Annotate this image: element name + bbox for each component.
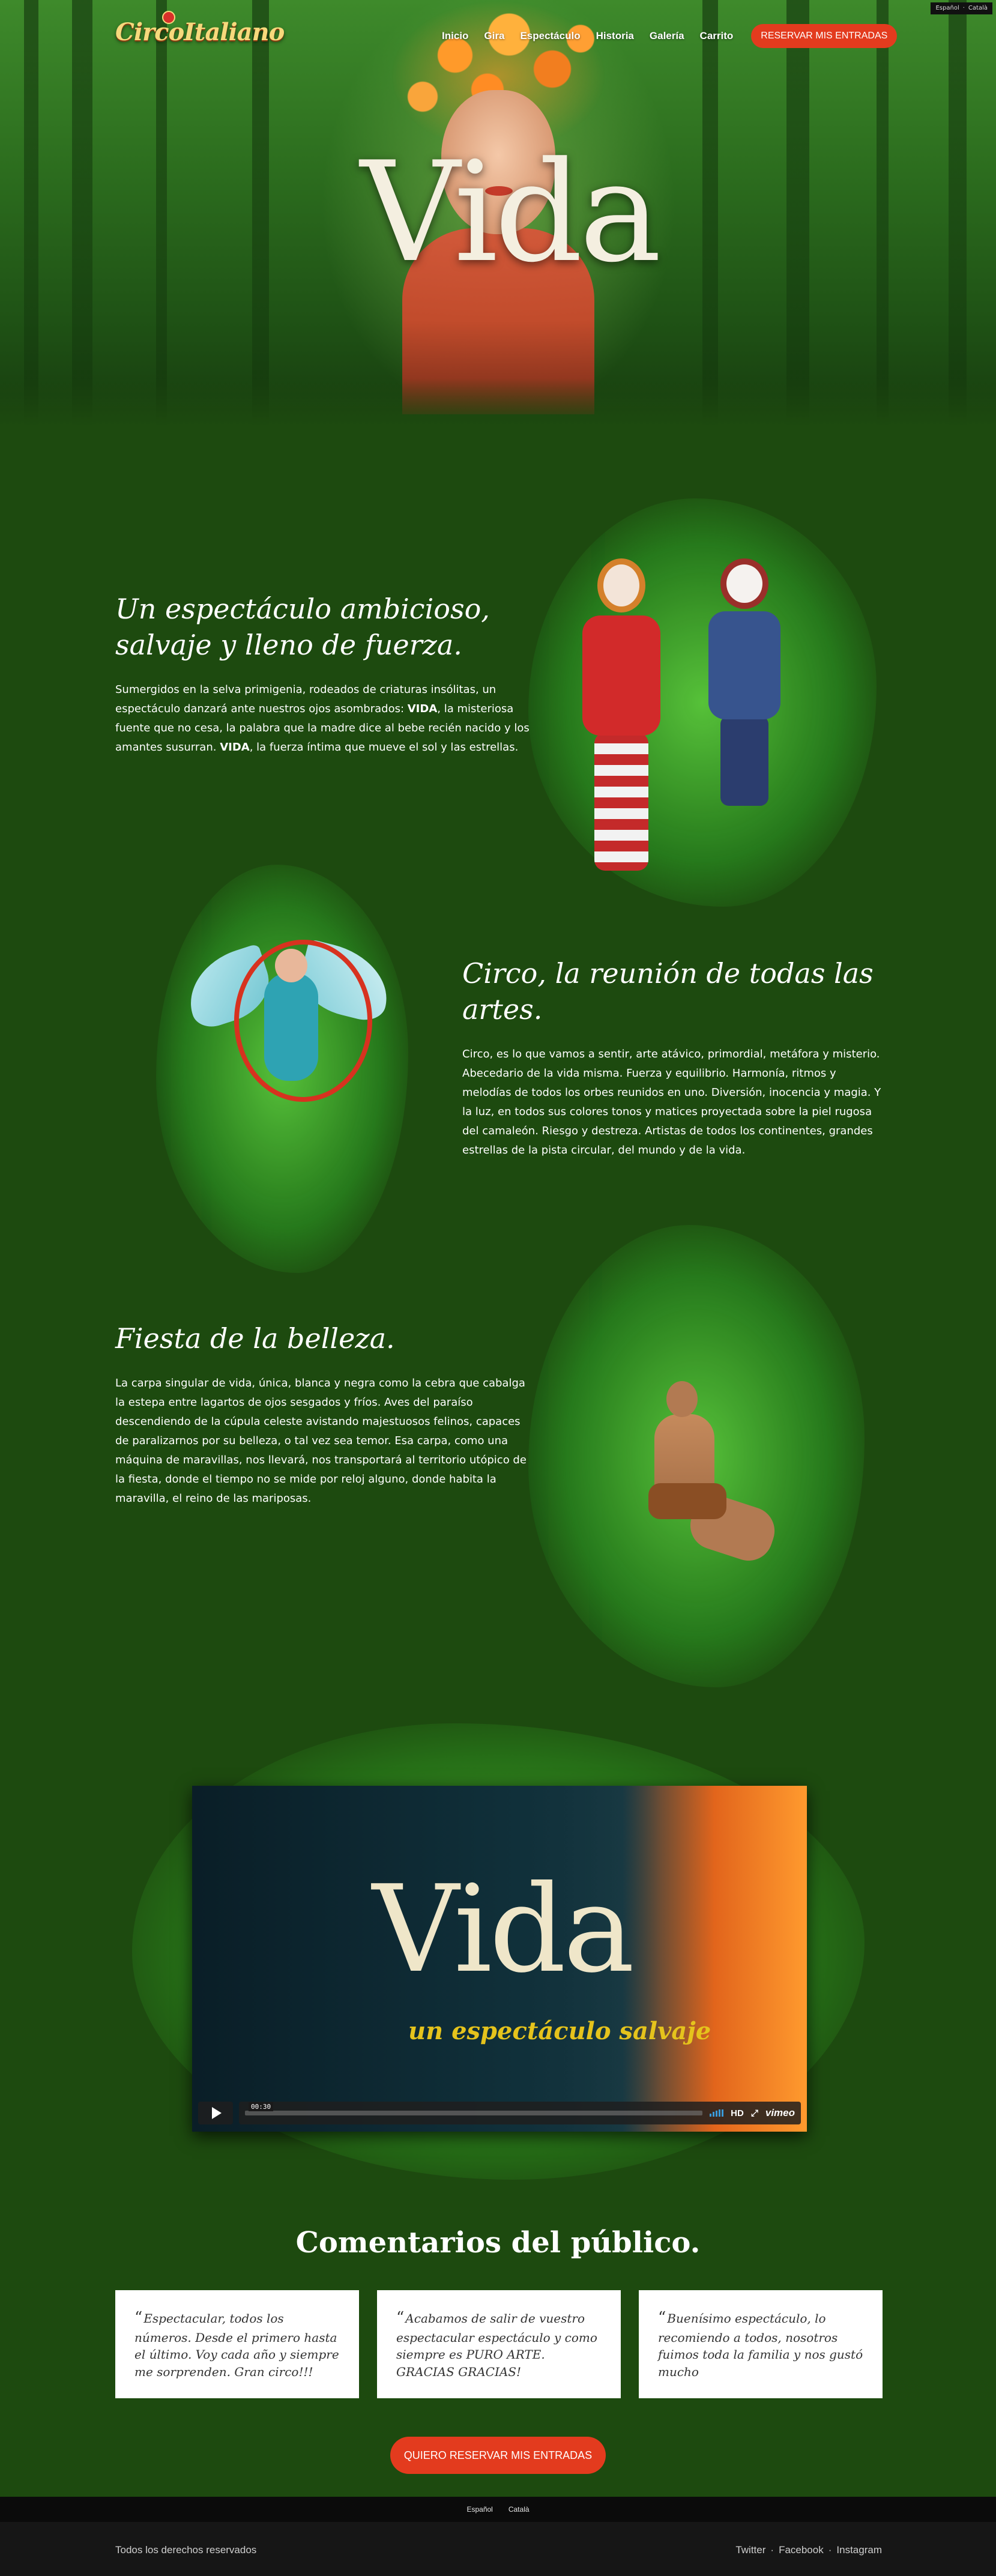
forest-tree [72, 0, 92, 426]
reserve-tickets-button[interactable]: RESERVAR MIS ENTRADAS [751, 24, 898, 48]
comment-card: “Acabamos de salir de vuestro espectacul… [377, 2290, 621, 2398]
page: Vida CircoItaliano Inicio Gira Espectácu… [0, 0, 996, 2576]
progress-track[interactable]: 00:30 [245, 2102, 703, 2115]
quote-icon: “ [396, 2309, 405, 2327]
comment-text: Espectacular, todos los números. Desde e… [134, 2311, 339, 2379]
video-controls: 00:30 HD ⤢ vimeo [198, 2100, 801, 2126]
site-footer: Todos los derechos reservados Twitter · … [0, 2522, 996, 2576]
comment-card: “Buenísimo espectáculo, lo recomiendo a … [639, 2290, 883, 2398]
video-progress-bar[interactable]: 00:30 HD ⤢ vimeo [239, 2102, 801, 2124]
lang-es-link[interactable]: Español [935, 5, 959, 12]
hd-toggle[interactable]: HD [731, 2108, 744, 2118]
comments-title: Comentarios del público. [295, 2226, 701, 2260]
hero-title: Vida [360, 133, 662, 293]
video-timecode: 00:30 [249, 2102, 274, 2111]
instagram-link[interactable]: Instagram [836, 2544, 882, 2556]
lang-ca-link[interactable]: Català [968, 5, 988, 12]
forest-tree [24, 0, 38, 426]
section-fiesta: Fiesta de la belleza. La carpa singular … [115, 1321, 536, 1508]
social-separator: · [770, 2544, 774, 2556]
section-body: Sumergidos en la selva primigenia, rodea… [115, 680, 548, 757]
title-line: Circo, la reunión de todas las [462, 957, 874, 990]
aerial-ring [234, 940, 372, 1102]
forest-tree [702, 0, 718, 426]
section-title: Un espectáculo ambicioso, salvaje y llen… [115, 591, 548, 664]
video-subtitle: un espectáculo salvaje [408, 2017, 711, 2045]
social-links: Twitter · Facebook · Instagram [735, 2544, 882, 2556]
language-switcher-top: Español · Català [931, 2, 992, 14]
forest-tree [156, 0, 167, 426]
comment-card: “Espectacular, todos los números. Desde … [115, 2290, 359, 2398]
forest-tree [877, 0, 889, 426]
social-separator: · [828, 2544, 832, 2556]
nav-link-galeria[interactable]: Galería [650, 30, 684, 42]
fullscreen-icon[interactable]: ⤢ [751, 2108, 758, 2118]
quote-icon: “ [134, 2309, 143, 2327]
nav-link-inicio[interactable]: Inicio [442, 30, 468, 42]
section-body: La carpa singular de vida, única, blanca… [115, 1376, 527, 1505]
play-button[interactable] [198, 2102, 233, 2124]
blue-clown-image [702, 558, 792, 811]
nav-link-gira[interactable]: Gira [484, 30, 504, 42]
comment-text: Buenísimo espectáculo, lo recomiendo a t… [658, 2311, 863, 2379]
body-text: , la fuerza íntima que mueve el sol y la… [249, 740, 519, 754]
section-ambicioso: Un espectáculo ambicioso, salvaje y llen… [115, 591, 548, 757]
section-body: Circo, es lo que vamos a sentir, arte at… [462, 1047, 881, 1156]
dancer-head [666, 1381, 698, 1417]
reserve-tickets-bottom-button[interactable]: QUIERO RESERVAR MIS ENTRADAS [390, 2437, 606, 2474]
main-nav: Inicio Gira Espectáculo Historia Galería… [442, 23, 898, 49]
footer-lang-ca[interactable]: Català [509, 2505, 530, 2514]
section-title: Fiesta de la belleza. [115, 1321, 536, 1357]
title-line: artes. [462, 993, 543, 1026]
section-title: Circo, la reunión de todas las artes. [462, 956, 883, 1028]
title-line: Fiesta de la belleza. [115, 1322, 395, 1355]
nav-link-historia[interactable]: Historia [596, 30, 634, 42]
footer-lang-es[interactable]: Español [466, 2505, 492, 2514]
title-line: salvaje y lleno de fuerza. [115, 628, 462, 661]
section-circo: Circo, la reunión de todas las artes. Ci… [462, 956, 883, 1160]
forest-tree [252, 0, 269, 426]
copyright-text: Todos los derechos reservados [115, 2544, 257, 2556]
nav-link-espectaculo[interactable]: Espectáculo [520, 30, 580, 42]
logo-text: CircoItaliano [115, 18, 285, 46]
forest-tree [786, 0, 809, 426]
facebook-link[interactable]: Facebook [779, 2544, 824, 2556]
play-icon [212, 2107, 222, 2119]
red-clown-image [570, 558, 672, 895]
body-bold: VIDA [220, 740, 250, 754]
quote-icon: “ [658, 2309, 666, 2327]
forest-tree [949, 0, 967, 426]
lang-separator: · [962, 5, 965, 11]
nav-link-carrito[interactable]: Carrito [700, 30, 734, 42]
site-logo[interactable]: CircoItaliano [115, 11, 285, 46]
hero-banner: Vida CircoItaliano Inicio Gira Espectácu… [0, 0, 996, 426]
logo-badge-icon [162, 11, 175, 24]
footer-language-bar: Español Català [0, 2497, 996, 2522]
title-line: Un espectáculo ambicioso, [115, 593, 490, 625]
hero-fade [0, 378, 996, 426]
vimeo-logo[interactable]: vimeo [765, 2107, 795, 2119]
body-bold: VIDA [407, 702, 438, 715]
comment-text: Acabamos de salir de vuestro espectacula… [396, 2311, 597, 2379]
video-title: Vida [372, 1860, 635, 2000]
video-player[interactable]: Vida un espectáculo salvaje 00:30 HD ⤢ v… [192, 1786, 807, 2132]
volume-icon[interactable] [710, 2109, 724, 2117]
dancer-skirt [648, 1483, 726, 1519]
twitter-link[interactable]: Twitter [735, 2544, 765, 2556]
